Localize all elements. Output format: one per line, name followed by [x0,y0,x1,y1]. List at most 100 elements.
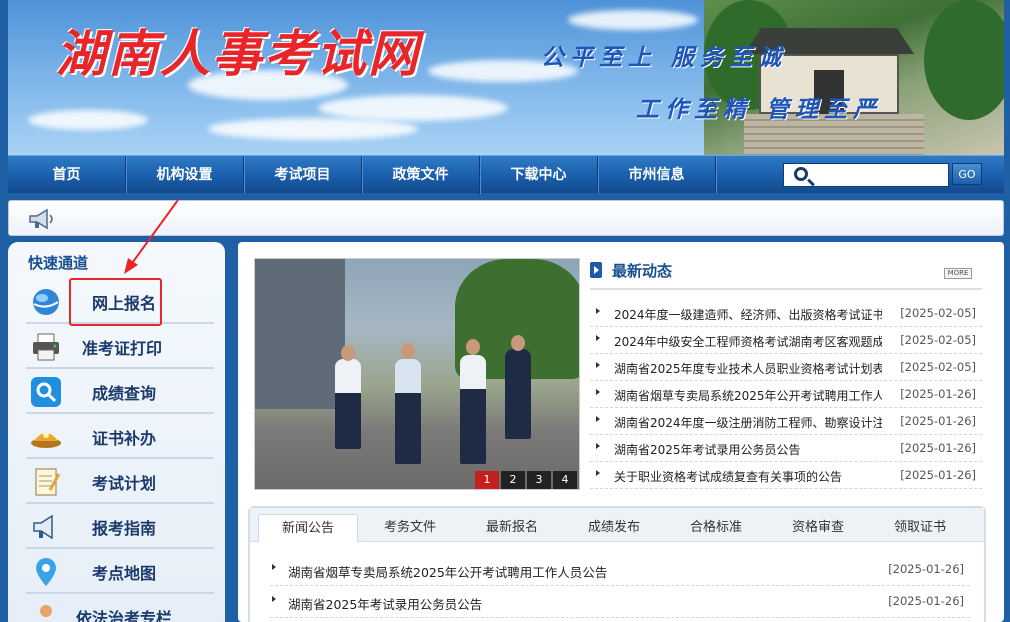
bullet-icon [596,335,600,341]
slide-page-button[interactable]: 4 [553,471,577,489]
quick-access-title: 快速通道 [28,254,89,272]
quick-item-label: 考试计划 [92,474,157,493]
tab-latest-registration[interactable]: 最新报名 [462,514,562,542]
quick-item-exam-guide[interactable]: 报考指南 [26,507,214,549]
news-title[interactable]: 2024年中级安全工程师资格考试湖南考区客观题成 [614,333,882,350]
search-icon [794,167,808,181]
news-date: [2025-02-05] [900,306,976,320]
cloud-decoration [208,118,418,140]
more-button[interactable]: MORE [944,268,972,279]
news-title[interactable]: 湖南省2025年考试录用公务员公告 [614,441,882,458]
annotation-highlight-box [69,278,162,326]
bullet-icon [596,470,600,476]
list-item[interactable]: 关于职业资格考试成绩复查有关事项的公告 [2025-01-26] [590,462,982,489]
list-item[interactable]: 湖南省2024年度一级注册消防工程师、勘察设计注 [2025-01-26] [590,408,982,435]
globe-icon [33,289,59,315]
building-image [704,0,1004,155]
news-title[interactable]: 湖南省烟草专卖局系统2025年公开考试聘用工作人员公告 [288,562,607,581]
latest-news-header: 最新动态 MORE [590,258,982,290]
cloud-decoration [318,95,508,121]
list-item[interactable]: 湖南省烟草专卖局系统2025年公开考试聘用工作人 [2025-01-26] [590,381,982,408]
quick-item-admission-ticket[interactable]: 准考证打印 [26,327,214,369]
slide-page-button[interactable]: 2 [501,471,525,489]
main-content: 1 2 3 4 最新动态 MORE 2024年度一级建造师、经济师、出版资格考试… [238,242,1004,622]
tab-news-announcements[interactable]: 新闻公告 [258,514,358,542]
slide-page-button[interactable]: 1 [475,471,499,489]
nav-item-policies[interactable]: 政策文件 [362,156,480,194]
quick-item-exam-plan[interactable]: 考试计划 [26,462,214,504]
tab-collect-certificate[interactable]: 领取证书 [870,514,970,542]
quick-item-label: 依法治考专栏 [76,609,173,622]
news-date: [2025-02-05] [900,333,976,347]
news-title[interactable]: 关于职业资格考试成绩复查有关事项的公告 [614,468,882,485]
nav-item-downloads[interactable]: 下载中心 [480,156,598,194]
news-title[interactable]: 湖南省2025年考试录用公务员公告 [288,594,482,613]
bullet-icon [596,308,600,314]
bullet-icon [596,362,600,368]
notepad-icon [35,468,61,496]
header-banner: 湖南人事考试网 公平至上 服务至诚 工作至精 管理至严 [8,0,1004,155]
quick-item-certificate-reissue[interactable]: 证书补办 [26,417,214,459]
news-date: [2025-01-26] [900,387,976,401]
quick-item-label: 考点地图 [92,564,157,583]
nav-item-exams[interactable]: 考试项目 [244,156,362,194]
map-pin-icon [36,558,56,586]
tab-pass-standard[interactable]: 合格标准 [666,514,766,542]
news-date: [2025-01-26] [900,468,976,482]
list-item[interactable]: 湖南省2025年考试录用公务员公告 [2025-01-26] [270,586,970,618]
news-title[interactable]: 湖南省烟草专卖局系统2025年公开考试聘用工作人 [614,387,882,404]
megaphone-icon [33,514,53,540]
person-icon [40,605,52,617]
slogan-line-1: 公平至上 服务至诚 [541,44,788,71]
slogan-line-2: 工作至精 管理至严 [636,96,883,123]
megaphone-icon [29,208,53,230]
news-date: [2025-02-05] [900,360,976,374]
list-item[interactable]: 2024年度一级建造师、经济师、出版资格考试证书 [2025-02-05] [590,300,982,327]
news-date: [2025-01-26] [888,562,964,576]
nav-item-organization[interactable]: 机构设置 [126,156,244,194]
site-logo-title[interactable]: 湖南人事考试网 [56,14,420,86]
list-item[interactable]: 2024年中级安全工程师资格考试湖南考区客观题成 [2025-02-05] [590,327,982,354]
nav-item-home[interactable]: 首页 [8,156,126,194]
search-input[interactable] [818,166,946,184]
list-item[interactable]: 湖南省2025年度专业技术人员职业资格考试计划表 [2025-02-05] [590,354,982,381]
cloud-decoration [28,110,148,130]
tab-news-list: 湖南省烟草专卖局系统2025年公开考试聘用工作人员公告 [2025-01-26] … [270,554,970,618]
certificate-icon [31,432,61,448]
latest-news-title: 最新动态 [612,262,673,280]
search-go-button[interactable]: GO [952,163,982,185]
quick-item-label: 成绩查询 [92,384,157,403]
main-navbar: 首页 机构设置 考试项目 政策文件 下载中心 市州信息 GO [8,155,1004,194]
magnifier-icon [31,377,61,407]
list-item[interactable]: 湖南省烟草专卖局系统2025年公开考试聘用工作人员公告 [2025-01-26] [270,554,970,586]
bullet-icon [596,443,600,449]
tab-strip: 新闻公告 考务文件 最新报名 成绩发布 合格标准 资格审查 领取证书 [250,508,984,542]
bullet-icon [596,416,600,422]
slide-page-button[interactable]: 3 [527,471,551,489]
news-title[interactable]: 2024年度一级建造师、经济师、出版资格考试证书 [614,306,882,323]
list-item[interactable]: 湖南省2025年考试录用公务员公告 [2025-01-26] [590,435,982,462]
quick-item-exam-site-map[interactable]: 考点地图 [26,552,214,594]
news-title[interactable]: 湖南省2025年度专业技术人员职业资格考试计划表 [614,360,882,377]
quick-item-label: 报考指南 [92,519,157,538]
cloud-decoration [568,10,698,30]
quick-item-label: 准考证打印 [82,339,163,358]
notice-tabs-box: 新闻公告 考务文件 最新报名 成绩发布 合格标准 资格审查 领取证书 湖南省烟草… [248,506,986,622]
quick-item-rule-of-law[interactable]: 依法治考专栏 [26,597,214,622]
tab-score-release[interactable]: 成绩发布 [564,514,664,542]
bullet-icon [596,389,600,395]
printer-icon [33,333,59,361]
news-date: [2025-01-26] [900,441,976,455]
news-date: [2025-01-26] [888,594,964,608]
tab-exam-documents[interactable]: 考务文件 [360,514,460,542]
bullet-icon [272,596,276,602]
nav-item-cities[interactable]: 市州信息 [598,156,716,194]
tab-qualification-review[interactable]: 资格审查 [768,514,868,542]
photo-slideshow[interactable]: 1 2 3 4 [254,258,580,490]
latest-news-list: 2024年度一级建造师、经济师、出版资格考试证书 [2025-02-05] 202… [590,300,982,489]
quick-item-score-query[interactable]: 成绩查询 [26,372,214,414]
news-title[interactable]: 湖南省2024年度一级注册消防工程师、勘察设计注 [614,414,882,431]
news-date: [2025-01-26] [900,414,976,428]
play-arrow-icon [590,262,602,278]
search-box [783,163,949,187]
